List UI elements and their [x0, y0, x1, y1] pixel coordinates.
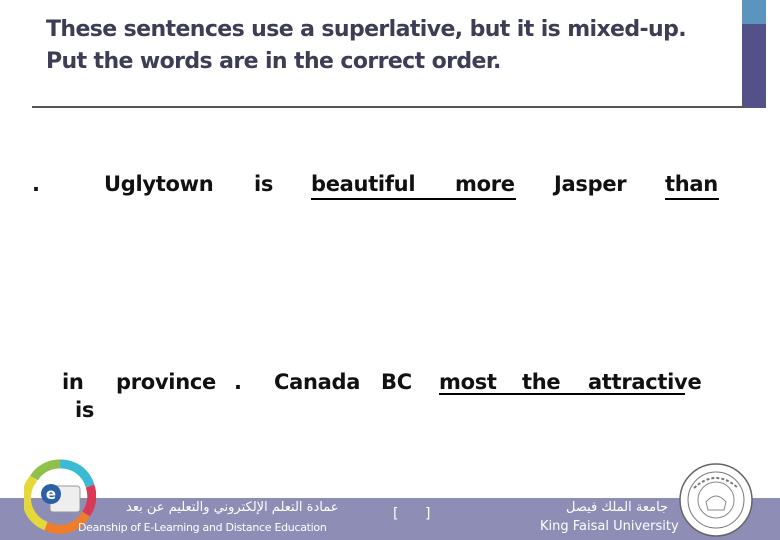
- title-line-1: These sentences use a superlative, but i…: [46, 17, 687, 42]
- word-in: in: [62, 370, 84, 394]
- word-is: is: [75, 398, 95, 422]
- deanship-arabic: عمادة التعلم الإلكتروني والتعليم عن بعد: [126, 500, 339, 515]
- title-divider: [32, 106, 744, 108]
- word-the: the: [522, 370, 561, 394]
- university-seal-icon: [679, 463, 753, 537]
- word-than: than: [665, 172, 718, 196]
- underline-than: [665, 198, 719, 200]
- page-number-close: ]: [425, 506, 431, 522]
- university-arabic: جامعة الملك فيصل: [566, 500, 669, 515]
- deanship-english: Deanship of E-Learning and Distance Educ…: [78, 521, 327, 534]
- underline-most-the-attractive: [439, 393, 685, 395]
- word-uglytown: Uglytown: [104, 172, 214, 196]
- title-line-2: Put the words are in the correct order.: [46, 49, 501, 74]
- word-more: more: [455, 172, 515, 196]
- accent-bar: [742, 24, 766, 108]
- word-jasper: Jasper: [554, 172, 627, 196]
- word-beautiful: beautiful: [311, 172, 416, 196]
- university-english: King Faisal University: [540, 519, 679, 534]
- underline-beautiful-more: [311, 198, 516, 200]
- word-bc: BC: [381, 370, 412, 394]
- word-is: is: [254, 172, 274, 196]
- accent-block-top: [742, 0, 766, 24]
- word-most: most: [439, 370, 497, 394]
- word-canada: Canada: [274, 370, 361, 394]
- slide-title: These sentences use a superlative, but i…: [46, 14, 736, 78]
- word-period: .: [234, 370, 242, 394]
- page-number-open: [: [393, 506, 399, 522]
- word-attractive: attractive: [588, 370, 702, 394]
- word-period: .: [32, 172, 40, 196]
- svg-text:e: e: [46, 485, 56, 503]
- word-province: province: [116, 370, 216, 394]
